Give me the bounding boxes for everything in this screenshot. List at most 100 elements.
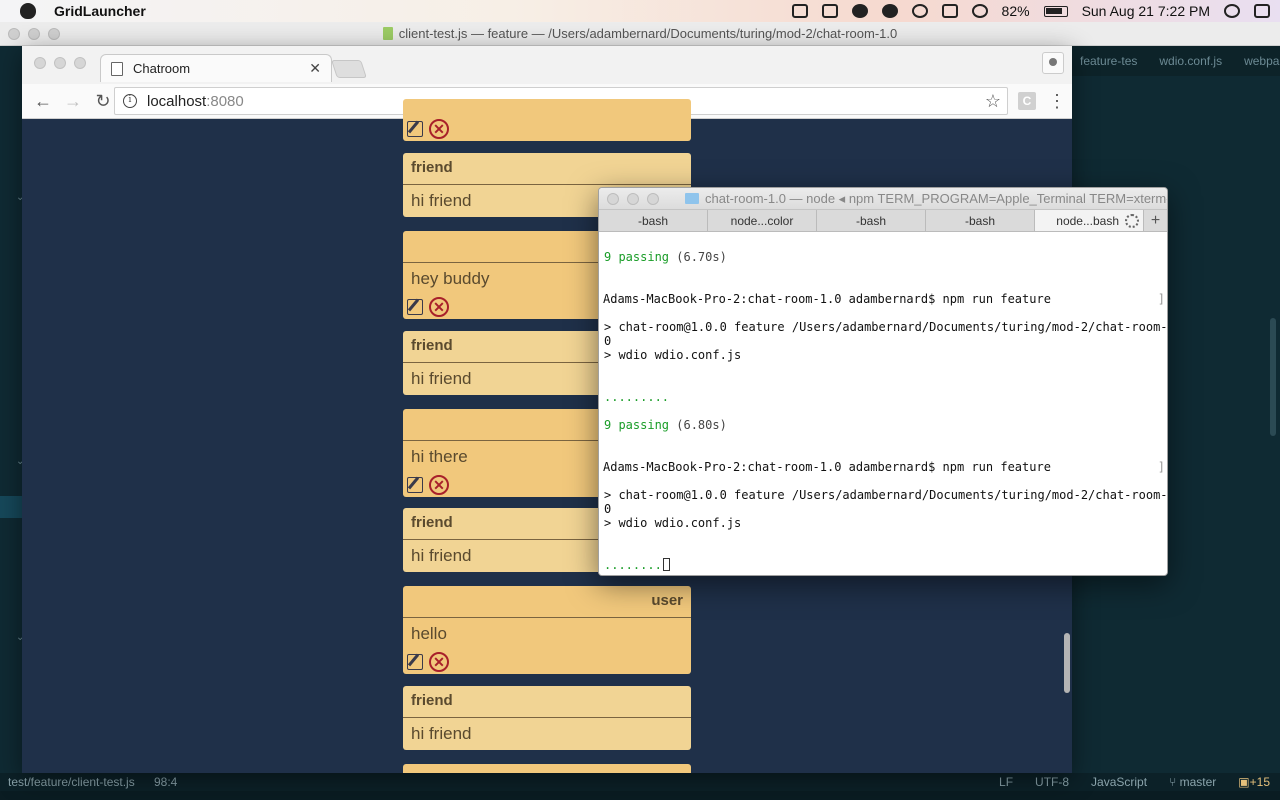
delete-icon[interactable]: ✕ (429, 119, 449, 139)
message-actions: ✕ (407, 475, 449, 495)
forward-icon[interactable]: → (64, 92, 82, 110)
status-file-path[interactable]: test/feature/client-test.js (8, 773, 135, 791)
edit-icon[interactable] (407, 299, 423, 315)
message-own (403, 764, 691, 773)
message-own: ✕ (403, 99, 691, 141)
edit-icon[interactable] (407, 654, 423, 670)
terminal-window: chat-room-1.0 — node ◂ npm TERM_PROGRAM=… (598, 187, 1168, 576)
file-icon (382, 27, 393, 40)
terminal-zoom-button[interactable] (647, 193, 659, 205)
terminal-minimize-button[interactable] (627, 193, 639, 205)
url-port: :8080 (206, 92, 244, 110)
message-author: friend (403, 153, 691, 185)
clock[interactable]: Sun Aug 21 7:22 PM (1082, 3, 1210, 19)
url-host: localhost (147, 92, 207, 110)
terminal-tab[interactable]: -bash (817, 210, 926, 231)
close-tab-icon[interactable]: ✕ (309, 60, 321, 77)
git-branch-icon: ⑂ (1169, 775, 1180, 789)
delete-icon[interactable]: ✕ (429, 297, 449, 317)
terminal-tab[interactable]: -bash (599, 210, 708, 231)
editor-tab-wdio-conf[interactable]: wdio.conf.js (1159, 54, 1222, 68)
status-encoding[interactable]: UTF-8 (1035, 773, 1069, 791)
more-menu-icon[interactable]: ⋮ (1048, 90, 1066, 112)
terminal-line: ......... (604, 390, 670, 404)
message-actions: ✕ (407, 119, 449, 139)
terminal-output[interactable]: 9 passing (6.70s) Adams-MacBook-Pro-2:ch… (599, 232, 1167, 575)
terminal-line: Adams-MacBook-Pro-2:chat-room-1.0 adambe… (603, 460, 1051, 474)
editor-tab-bar: feature-tes wdio.conf.js webpa (1072, 46, 1280, 76)
battery-icon[interactable] (1043, 5, 1068, 17)
editor-minimize-button[interactable] (28, 28, 40, 40)
message-actions: ✕ (407, 297, 449, 317)
status-items: 82% Sun Aug 21 7:22 PM (791, 0, 1270, 22)
wifi-icon[interactable] (971, 4, 988, 18)
page-icon (111, 61, 123, 76)
delete-icon[interactable]: ✕ (429, 475, 449, 495)
page-scrollbar[interactable] (1064, 633, 1070, 693)
new-terminal-tab-button[interactable]: + (1144, 210, 1167, 231)
record-icon[interactable] (821, 4, 838, 18)
editor-tab-feature-test[interactable]: feature-tes (1080, 54, 1137, 68)
creative-cloud-icon[interactable] (911, 4, 928, 18)
dock-edge (0, 791, 1280, 800)
mark-bracket-icon: ] (1157, 292, 1165, 306)
terminal-tab-active[interactable]: node...bash (1035, 210, 1144, 231)
message-author: friend (403, 686, 691, 718)
grammarly-icon[interactable] (851, 4, 868, 18)
delete-icon[interactable]: ✕ (429, 652, 449, 672)
message-author: user (403, 586, 691, 618)
status-git-branch[interactable]: ⑂ master (1169, 773, 1216, 791)
progress-dots: ........ (604, 558, 662, 572)
editor-title: client-test.js — feature — /Users/adambe… (398, 26, 898, 41)
passing-count: 9 passing (604, 418, 670, 432)
status-line-ending[interactable]: LF (999, 773, 1013, 791)
notification-center-icon[interactable] (1254, 4, 1270, 18)
message-text: hi friend (411, 724, 472, 743)
terminal-line: 9 passing (6.70s) (604, 250, 727, 264)
editor-close-button[interactable] (8, 28, 20, 40)
extension-icon[interactable]: C (1018, 92, 1036, 110)
message-own: user hello ✕ (403, 586, 691, 674)
terminal-line: > wdio wdio.conf.js (604, 516, 742, 530)
browser-zoom-button[interactable] (74, 57, 86, 69)
terminal-line: > chat-room@1.0.0 feature /Users/adamber… (604, 320, 1168, 334)
editor-tab-webpack[interactable]: webpa (1244, 54, 1279, 68)
apple-icon[interactable] (20, 3, 36, 19)
profile-icon[interactable] (1042, 52, 1064, 74)
tab-chatroom[interactable]: Chatroom ✕ (100, 54, 332, 82)
battery-percent: 82% (1001, 3, 1030, 19)
cursor-line-highlight (0, 496, 22, 518)
editor-zoom-button[interactable] (48, 28, 60, 40)
gridlauncher-icon[interactable] (791, 4, 808, 18)
app-name[interactable]: GridLauncher (54, 3, 146, 19)
bookmark-star-icon[interactable]: ☆ (985, 91, 1001, 112)
edit-icon[interactable] (407, 477, 423, 493)
updates-count: +15 (1249, 775, 1270, 789)
terminal-tab-label: node...bash (1056, 214, 1119, 228)
message-friend: friend hi friend (403, 686, 691, 750)
terminal-titlebar: chat-room-1.0 — node ◂ npm TERM_PROGRAM=… (599, 188, 1167, 210)
status-updates[interactable]: ▣+15 (1238, 773, 1270, 791)
terminal-line: 0 (604, 502, 612, 516)
message-actions: ✕ (407, 652, 449, 672)
reload-icon[interactable]: ↻ (94, 92, 112, 110)
editor-scrollbar[interactable] (1270, 318, 1276, 436)
package-icon: ▣ (1238, 775, 1250, 789)
browser-minimize-button[interactable] (54, 57, 66, 69)
terminal-line: > chat-room@1.0.0 feature /Users/adamber… (604, 488, 1168, 502)
status-cursor-position[interactable]: 98:4 (154, 773, 177, 791)
spotlight-icon[interactable] (1224, 4, 1240, 18)
octocat-icon[interactable] (881, 4, 898, 18)
new-tab-button[interactable] (331, 60, 367, 78)
terminal-tab[interactable]: -bash (926, 210, 1035, 231)
info-icon[interactable]: i (123, 94, 137, 108)
terminal-tab[interactable]: node...color (708, 210, 817, 231)
terminal-close-button[interactable] (607, 193, 619, 205)
terminal-title: chat-room-1.0 — node ◂ npm TERM_PROGRAM=… (705, 191, 1167, 206)
browser-close-button[interactable] (34, 57, 46, 69)
back-icon[interactable]: ← (34, 92, 52, 110)
status-grammar[interactable]: JavaScript (1091, 773, 1147, 791)
edit-icon[interactable] (407, 121, 423, 137)
airplay-icon[interactable] (941, 4, 958, 18)
mark-bracket-icon: ] (1157, 460, 1165, 474)
